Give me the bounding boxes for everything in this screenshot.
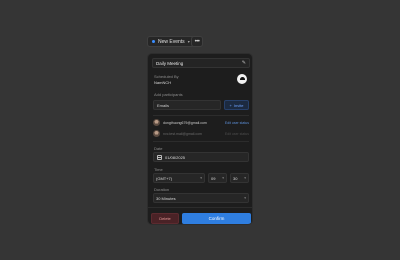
participants-label: Add participants xyxy=(154,92,183,97)
participant-email: dongthuong679@gmail.com xyxy=(163,120,207,125)
invite-label: Invite xyxy=(233,102,244,108)
participant-row: dongthuong679@gmail.com Edit user status xyxy=(153,118,249,127)
chevron-down-icon: ▾ xyxy=(187,39,190,44)
confirm-button[interactable]: Confirm xyxy=(182,213,251,224)
timezone-select[interactable]: (GMT+7) ▾ xyxy=(153,173,205,183)
duration-label: Duration xyxy=(154,187,170,192)
date-label: Date xyxy=(154,146,163,151)
event-popup: Daily Meeting ✎ Scheduled By NamNCH Add … xyxy=(147,53,253,225)
plus-icon: + xyxy=(229,102,232,108)
edit-user-status-link[interactable]: Edit user status xyxy=(225,121,249,125)
date-value: 01/08/2025 xyxy=(165,154,186,160)
participant-avatar xyxy=(153,119,160,126)
chevron-down-icon: ▾ xyxy=(244,196,246,200)
scheduled-by-label: Scheduled By xyxy=(154,74,179,79)
time-selectors: (GMT+7) ▾ 09 ▾ 30 ▾ xyxy=(153,173,249,183)
emails-input[interactable]: Emails xyxy=(153,100,221,110)
more-options-button[interactable]: ••• xyxy=(191,36,203,47)
hour-select[interactable]: 09 ▾ xyxy=(208,173,227,183)
divider xyxy=(153,115,249,116)
event-title-field[interactable]: Daily Meeting ✎ xyxy=(152,58,250,68)
delete-button[interactable]: Delete xyxy=(151,213,179,224)
hour-value: 09 xyxy=(211,175,216,181)
minute-select[interactable]: 30 ▾ xyxy=(230,173,249,183)
new-events-label: New Events xyxy=(158,38,185,45)
chevron-down-icon: ▾ xyxy=(222,176,224,180)
chevron-down-icon: ▾ xyxy=(244,176,246,180)
organizer-avatar xyxy=(237,74,247,84)
calendar-icon xyxy=(157,154,162,160)
invite-button[interactable]: + Invite xyxy=(224,100,249,110)
new-events-dropdown[interactable]: New Events ▾ xyxy=(147,36,195,47)
status-dot-icon xyxy=(152,40,155,43)
chevron-down-icon: ▾ xyxy=(200,176,202,180)
event-title: Daily Meeting xyxy=(156,60,184,66)
timezone-value: (GMT+7) xyxy=(156,175,173,181)
popup-footer: Delete Confirm xyxy=(148,207,252,224)
participant-avatar xyxy=(153,130,160,137)
scheduled-by-name: NamNCH xyxy=(154,80,172,85)
time-label: Time xyxy=(154,167,163,172)
minute-value: 30 xyxy=(233,175,238,181)
edit-user-status-link[interactable]: Edit user status xyxy=(225,132,249,136)
duration-select[interactable]: 30 Minutes ▾ xyxy=(153,193,249,203)
pencil-icon[interactable]: ✎ xyxy=(242,60,246,66)
participant-email: nvc.test.mail@gmail.com xyxy=(163,131,202,136)
duration-value: 30 Minutes xyxy=(156,195,176,201)
divider xyxy=(153,141,249,142)
participant-row: nvc.test.mail@gmail.com Edit user status xyxy=(153,129,249,138)
date-picker[interactable]: 01/08/2025 xyxy=(153,152,249,162)
